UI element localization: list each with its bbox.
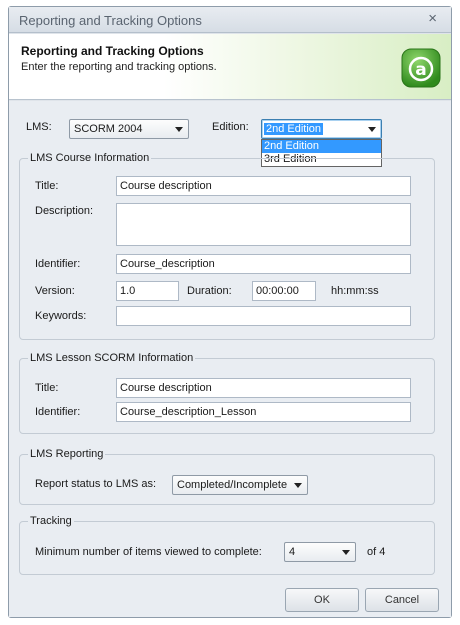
chevron-down-icon: [342, 550, 350, 555]
items-total-label: of 4: [367, 546, 386, 558]
dialog-window: Reporting and Tracking Options × Reporti…: [8, 6, 452, 618]
chevron-down-icon: [175, 127, 183, 132]
course-title-input[interactable]: Course description: [116, 176, 411, 196]
lesson-identifier-input[interactable]: Course_description_Lesson: [116, 402, 411, 422]
course-identifier-label: Identifier:: [35, 258, 81, 270]
tracking-legend: Tracking: [28, 515, 74, 527]
duration-format-hint: hh:mm:ss: [331, 285, 379, 297]
course-identifier-input[interactable]: Course_description: [116, 254, 411, 274]
edition-label: Edition:: [212, 121, 249, 133]
lesson-info-legend: LMS Lesson SCORM Information: [28, 352, 196, 364]
lesson-identifier-label: Identifier:: [35, 406, 81, 418]
lms-select[interactable]: SCORM 2004: [69, 119, 189, 139]
logo-letter: a: [415, 60, 426, 80]
min-items-select[interactable]: 4: [284, 542, 356, 562]
course-description-textarea[interactable]: [116, 203, 411, 246]
course-title-label: Title:: [35, 180, 59, 192]
close-icon[interactable]: ×: [428, 10, 437, 27]
ok-button[interactable]: OK: [285, 588, 359, 612]
course-info-legend: LMS Course Information: [28, 152, 152, 164]
dialog-content: LMS: SCORM 2004 Edition: 2nd Edition 2nd…: [9, 101, 451, 617]
app-logo-icon: a: [401, 48, 441, 88]
report-status-value: Completed/Incomplete: [177, 479, 288, 491]
version-input[interactable]: 1.0: [116, 281, 179, 301]
cancel-button[interactable]: Cancel: [365, 588, 439, 612]
edition-select-value: 2nd Edition: [264, 123, 324, 135]
lms-select-value: SCORM 2004: [74, 123, 143, 135]
banner-subtitle: Enter the reporting and tracking options…: [21, 61, 217, 73]
lms-label: LMS:: [26, 121, 52, 133]
report-status-select[interactable]: Completed/Incomplete: [172, 475, 308, 495]
duration-label: Duration:: [187, 285, 232, 297]
course-description-label: Description:: [35, 205, 94, 217]
chevron-down-icon: [368, 127, 376, 132]
version-label: Version:: [35, 285, 75, 297]
edition-select[interactable]: 2nd Edition: [261, 119, 382, 139]
report-status-label: Report status to LMS as:: [35, 478, 157, 490]
edition-option-2nd[interactable]: 2nd Edition: [262, 140, 381, 153]
lesson-title-input[interactable]: Course description: [116, 378, 411, 398]
keywords-label: Keywords:: [35, 310, 87, 322]
window-title: Reporting and Tracking Options: [19, 13, 202, 28]
lesson-title-label: Title:: [35, 382, 59, 394]
keywords-input[interactable]: [116, 306, 411, 326]
header-banner: Reporting and Tracking Options Enter the…: [9, 34, 451, 100]
min-items-label: Minimum number of items viewed to comple…: [35, 546, 262, 558]
title-bar: Reporting and Tracking Options ×: [9, 7, 451, 33]
reporting-legend: LMS Reporting: [28, 448, 106, 460]
banner-heading: Reporting and Tracking Options: [21, 44, 204, 58]
chevron-down-icon: [294, 483, 302, 488]
duration-input[interactable]: 00:00:00: [252, 281, 316, 301]
min-items-value: 4: [289, 546, 296, 558]
